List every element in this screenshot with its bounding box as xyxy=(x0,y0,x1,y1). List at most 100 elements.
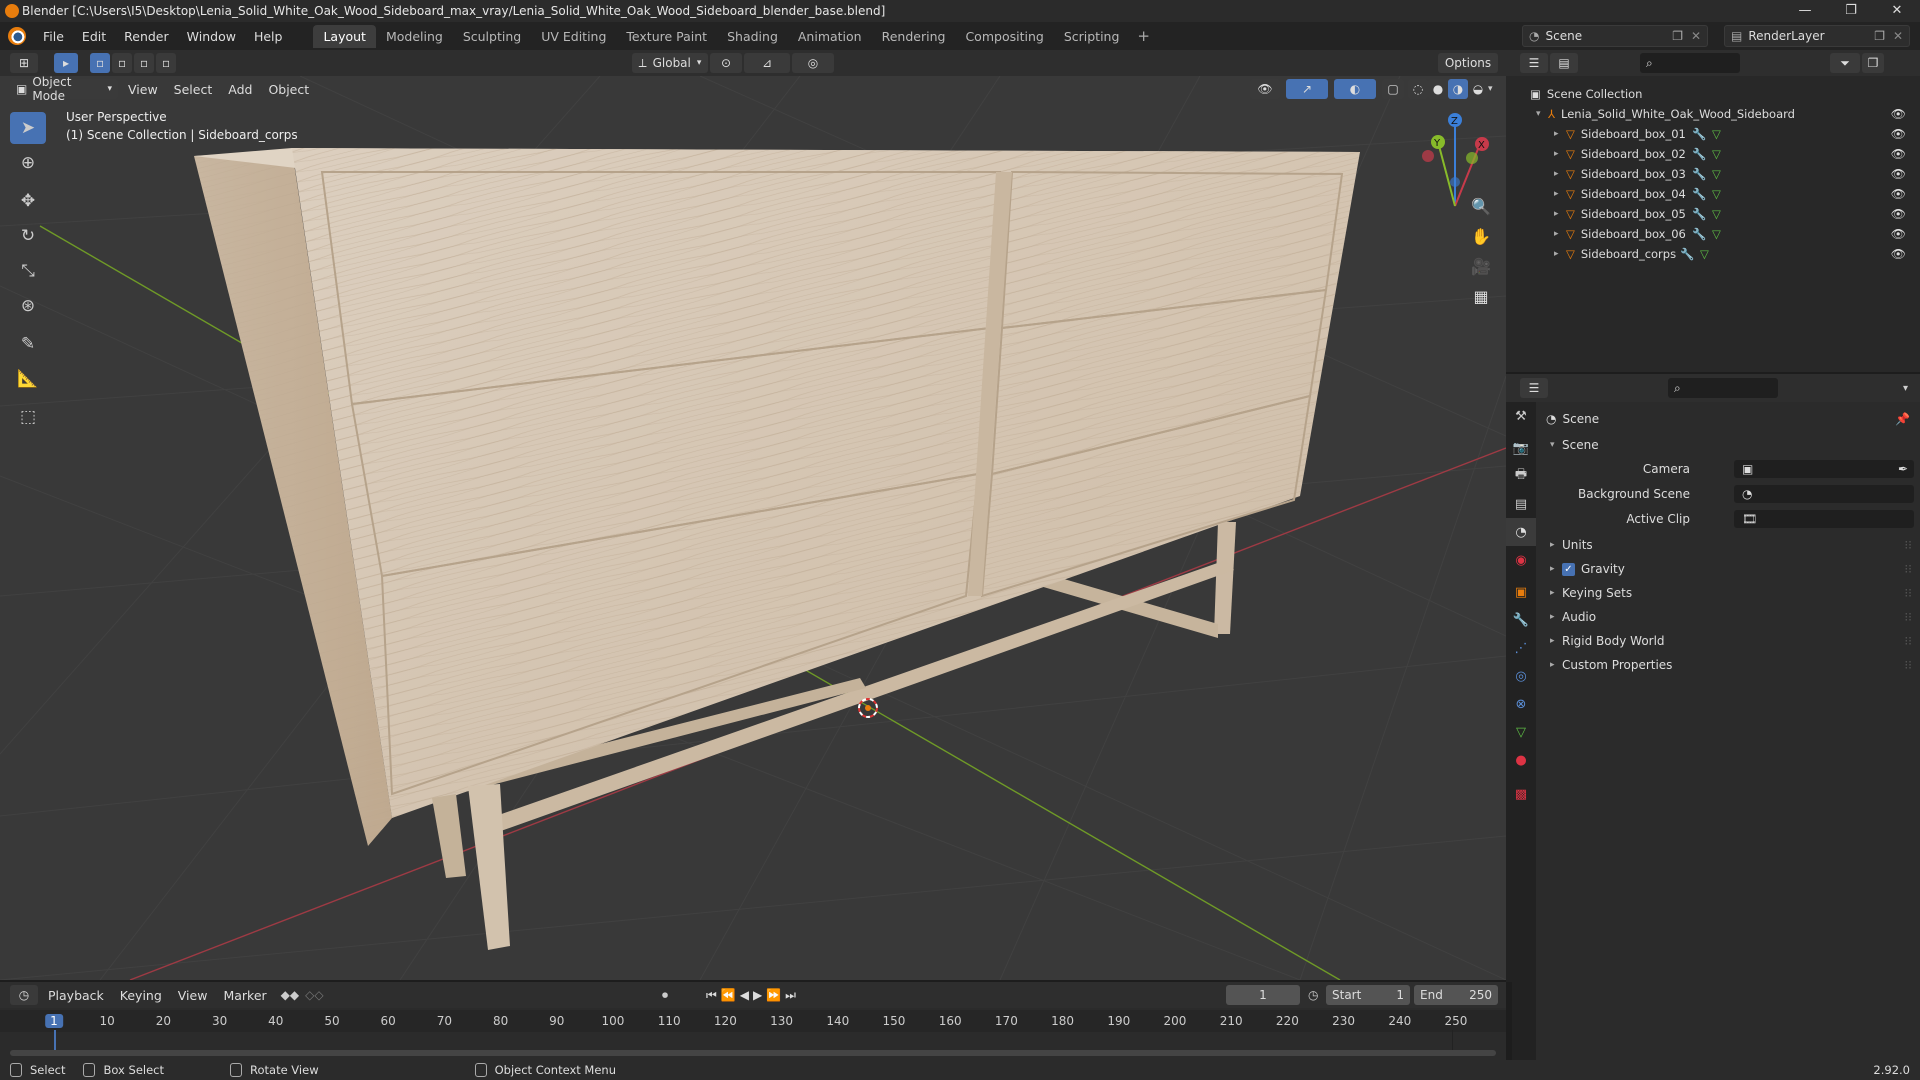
view-layer-tab-icon[interactable]: ▤ xyxy=(1506,490,1536,518)
property-section[interactable]: ▸ Rigid Body World ⁝⁝ xyxy=(1540,630,1920,652)
view-layer-selector[interactable]: ▤ RenderLayer ❐ ✕ xyxy=(1724,25,1910,47)
select-intersect-icon[interactable]: ▫ xyxy=(156,53,176,73)
gravity-checkbox[interactable]: ✓ xyxy=(1562,562,1575,576)
constraints-tab-icon[interactable]: ⊗ xyxy=(1506,690,1536,718)
tab-layout[interactable]: Layout xyxy=(313,24,376,48)
viewport-menu-select[interactable]: Select xyxy=(166,82,221,97)
move-tool-icon[interactable]: ✥ xyxy=(10,185,46,217)
outliner-root[interactable]: ▣ Scene Collection xyxy=(1506,84,1920,104)
tab-texture-paint[interactable]: Texture Paint xyxy=(616,25,717,48)
timeline-menu-view[interactable]: View xyxy=(170,988,216,1003)
ortho-toggle-icon[interactable]: ▦ xyxy=(1467,282,1495,310)
outliner-object-row[interactable]: ▸ ▽ Sideboard_box_04 🔧 ▽ 👁 xyxy=(1506,184,1920,204)
physics-tab-icon[interactable]: ◎ xyxy=(1506,662,1536,690)
properties-search-input[interactable]: ⌕ xyxy=(1668,378,1778,398)
outliner-search-input[interactable]: ⌕ xyxy=(1640,53,1740,73)
mesh-data-icon[interactable]: ▽ xyxy=(1712,167,1721,181)
tab-rendering[interactable]: Rendering xyxy=(872,25,956,48)
particles-tab-icon[interactable]: ⋰ xyxy=(1506,634,1536,662)
timeline-menu-keying[interactable]: Keying xyxy=(112,988,170,1003)
new-collection-icon[interactable]: ❐ xyxy=(1862,53,1884,73)
drag-handle-icon[interactable]: ⁝⁝ xyxy=(1904,562,1912,576)
visibility-icon[interactable]: 👁 xyxy=(1250,79,1280,99)
property-section[interactable]: ▸ Audio ⁝⁝ xyxy=(1540,606,1920,628)
proportional-edit-icon[interactable]: ◎ xyxy=(792,53,834,73)
modifier-icon[interactable]: 🔧 xyxy=(1680,247,1694,261)
viewport-menu-object[interactable]: Object xyxy=(260,82,317,97)
start-frame-field[interactable]: Start 1 xyxy=(1326,985,1410,1005)
options-dropdown[interactable]: Options xyxy=(1438,53,1498,73)
tab-compositing[interactable]: Compositing xyxy=(955,25,1053,48)
delete-scene-icon[interactable]: ✕ xyxy=(1691,29,1701,43)
filter-icon[interactable]: ⏷ xyxy=(1830,53,1860,73)
overlay-toggle-icon[interactable]: ◐ xyxy=(1334,79,1376,99)
timeline-scrollbar[interactable] xyxy=(10,1050,1496,1056)
mode-dropdown[interactable]: ▣ Object Mode ▾ xyxy=(10,75,118,103)
xray-toggle-icon[interactable]: ▢ xyxy=(1382,79,1404,99)
expand-icon[interactable]: ▸ xyxy=(1554,169,1566,179)
eye-icon[interactable]: 👁 xyxy=(1891,207,1906,221)
tool-tab-icon[interactable]: ⚒ xyxy=(1506,402,1536,430)
expand-icon[interactable]: ▾ xyxy=(1536,109,1548,119)
scene-selector[interactable]: ◔ Scene ❐ ✕ xyxy=(1522,25,1708,47)
display-mode-icon[interactable]: ▤ xyxy=(1550,53,1578,73)
select-mode-icon[interactable]: ▸ xyxy=(54,53,78,73)
expand-icon[interactable]: ▸ xyxy=(1554,129,1566,139)
mesh-data-icon[interactable]: ▽ xyxy=(1712,147,1721,161)
snap-icon[interactable]: ⊿ xyxy=(744,53,790,73)
menu-help[interactable]: Help xyxy=(245,29,292,44)
keyframe-icon[interactable]: ◆◆ xyxy=(281,988,299,1002)
property-section[interactable]: ▸ Keying Sets ⁝⁝ xyxy=(1540,582,1920,604)
end-frame-field[interactable]: End 250 xyxy=(1414,985,1498,1005)
preview-range-icon[interactable]: ◷ xyxy=(1308,988,1318,1002)
camera-view-icon[interactable]: 🎥 xyxy=(1467,252,1495,280)
mesh-data-icon[interactable]: ▽ xyxy=(1712,127,1721,141)
drag-handle-icon[interactable]: ⁝⁝ xyxy=(1904,610,1912,624)
mesh-data-icon[interactable]: ▽ xyxy=(1700,247,1709,261)
shading-options-icon[interactable]: ▾ xyxy=(1488,84,1493,94)
texture-tab-icon[interactable]: ▩ xyxy=(1506,780,1536,808)
material-shading-icon[interactable]: ◑ xyxy=(1448,79,1468,99)
blender-menu-icon[interactable] xyxy=(8,27,26,45)
auto-keying-icon[interactable]: ⏺ xyxy=(662,988,668,1003)
data-tab-icon[interactable]: ▽ xyxy=(1506,718,1536,746)
timeline-menu-playback[interactable]: Playback xyxy=(40,988,112,1003)
eye-icon[interactable]: 👁 xyxy=(1891,247,1906,261)
outliner-object-row[interactable]: ▸ ▽ Sideboard_box_02 🔧 ▽ 👁 xyxy=(1506,144,1920,164)
properties-editor-type-icon[interactable]: ☰ xyxy=(1520,378,1548,398)
pan-view-icon[interactable]: ✋ xyxy=(1467,222,1495,250)
eyedropper-icon[interactable]: ✒ xyxy=(1898,462,1908,476)
measure-tool-icon[interactable]: 📐 xyxy=(10,363,46,395)
zoom-view-icon[interactable]: 🔍 xyxy=(1467,192,1495,220)
eye-icon[interactable]: 👁 xyxy=(1891,127,1906,141)
annotate-tool-icon[interactable]: ✎ xyxy=(10,328,46,360)
modifier-icon[interactable]: 🔧 xyxy=(1692,207,1706,221)
tab-scripting[interactable]: Scripting xyxy=(1054,25,1130,48)
outliner-object-row[interactable]: ▸ ▽ Sideboard_box_03 🔧 ▽ 👁 xyxy=(1506,164,1920,184)
mesh-data-icon[interactable]: ▽ xyxy=(1712,187,1721,201)
mesh-data-icon[interactable]: ▽ xyxy=(1712,227,1721,241)
menu-edit[interactable]: Edit xyxy=(73,29,115,44)
mesh-data-icon[interactable]: ▽ xyxy=(1712,207,1721,221)
editor-type-icon[interactable]: ⊞ xyxy=(10,53,38,73)
3d-viewport[interactable]: Z X Y xyxy=(0,76,1506,980)
scene-panel-header[interactable]: ▾ Scene xyxy=(1540,434,1920,456)
playback-controls[interactable]: ⏮⏪◀▶⏩⏭ xyxy=(706,988,800,1003)
drag-handle-icon[interactable]: ⁝⁝ xyxy=(1904,634,1912,648)
modifier-icon[interactable]: 🔧 xyxy=(1692,127,1706,141)
viewport-menu-add[interactable]: Add xyxy=(220,82,260,97)
chevron-down-icon[interactable]: ▾ xyxy=(1903,383,1908,394)
transform-orientation-dropdown[interactable]: ⟂ Global ▾ xyxy=(632,53,708,73)
object-tab-icon[interactable]: ▣ xyxy=(1506,578,1536,606)
select-extend-icon[interactable]: ▫ xyxy=(112,53,132,73)
tab-sculpting[interactable]: Sculpting xyxy=(453,25,531,48)
close-button[interactable]: ✕ xyxy=(1874,0,1920,22)
select-new-icon[interactable]: ▫ xyxy=(90,53,110,73)
output-tab-icon[interactable]: 🖶 xyxy=(1506,462,1536,490)
expand-icon[interactable]: ▸ xyxy=(1554,189,1566,199)
rendered-shading-icon[interactable]: ◒ xyxy=(1468,79,1488,99)
rotate-tool-icon[interactable]: ↻ xyxy=(10,220,46,252)
property-section[interactable]: ▸ Custom Properties ⁝⁝ xyxy=(1540,654,1920,676)
timeline-ruler[interactable]: 1 10 20 30 40 50 60 70 80 90 100 110 120 130 140 150 160… xyxy=(0,1010,1506,1052)
select-box-tool-icon[interactable]: ➤ xyxy=(10,112,46,144)
